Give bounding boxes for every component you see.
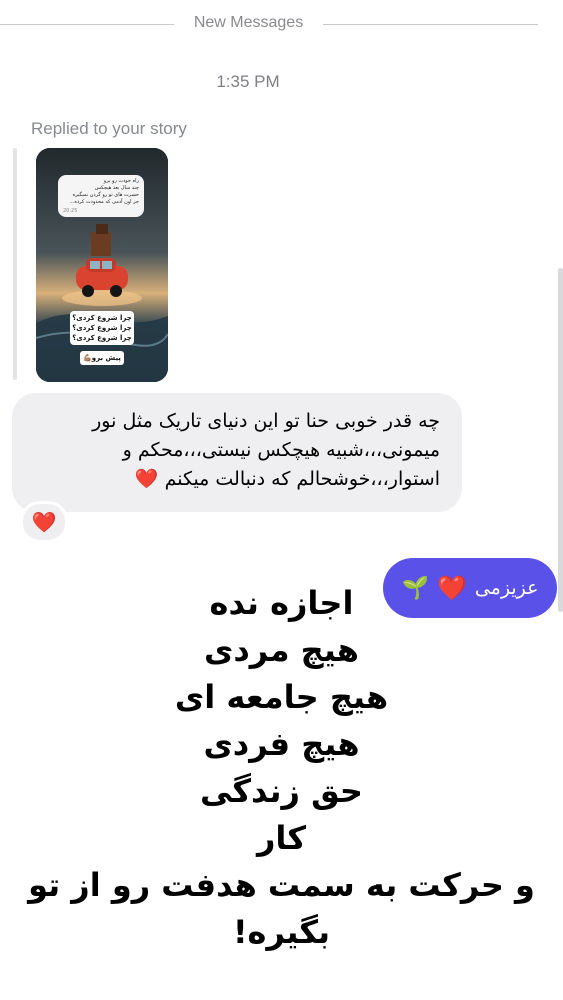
replied-to-story-label: Replied to your story (31, 119, 187, 138)
divider-left (0, 24, 174, 25)
caption-line: هیچ جامعه ای (174, 678, 389, 716)
caption-line: هیچ مردی (204, 631, 359, 669)
message-line: میمونی،،،شبیه هیچکس نیستی،،،محکم و (122, 439, 440, 461)
caption-line: بگیره! (232, 913, 331, 951)
incoming-message-bubble[interactable]: چه قدر خوبی حنا تو این دنیای تاریک مثل ن… (12, 393, 462, 512)
story-thumbnail[interactable]: راه خودت رو برو چند سال بعد هیچکس حسرت ه… (36, 148, 168, 382)
story-sticker-label: پیش برو💪🏽 (80, 351, 124, 365)
new-messages-label: New Messages (193, 14, 304, 31)
caption-line: هیچ فردی (203, 725, 360, 763)
caption-line: حق زندگی (200, 772, 363, 810)
caption-line: کار (256, 819, 307, 857)
message-line: استوار،،،خوشحالم که دنبالت میکنم ❤️ (134, 468, 440, 490)
message-line: چه قدر خوبی حنا تو این دنیای تاریک مثل ن… (92, 410, 440, 432)
scrollbar[interactable] (558, 268, 563, 612)
divider-right (323, 24, 538, 25)
caption-line: اجازه نده (209, 584, 354, 622)
overlay-caption: اجازه نده هیچ مردی هیچ جامعه ای هیچ فردی… (0, 580, 563, 956)
heart-emoji: ❤️ (134, 468, 159, 490)
heart-reaction[interactable]: ❤️ (20, 501, 68, 543)
reply-indicator-bar (13, 148, 17, 380)
story-text-box: چرا شروع کردی؟ چرا شروع کردی؟ چرا شروع ک… (70, 311, 134, 345)
message-timestamp: 1:35 PM (216, 72, 280, 91)
caption-line: و حرکت به سمت هدفت رو از تو (28, 866, 535, 904)
story-text-bubble: راه خودت رو برو چند سال بعد هیچکس حسرت ه… (58, 175, 144, 217)
